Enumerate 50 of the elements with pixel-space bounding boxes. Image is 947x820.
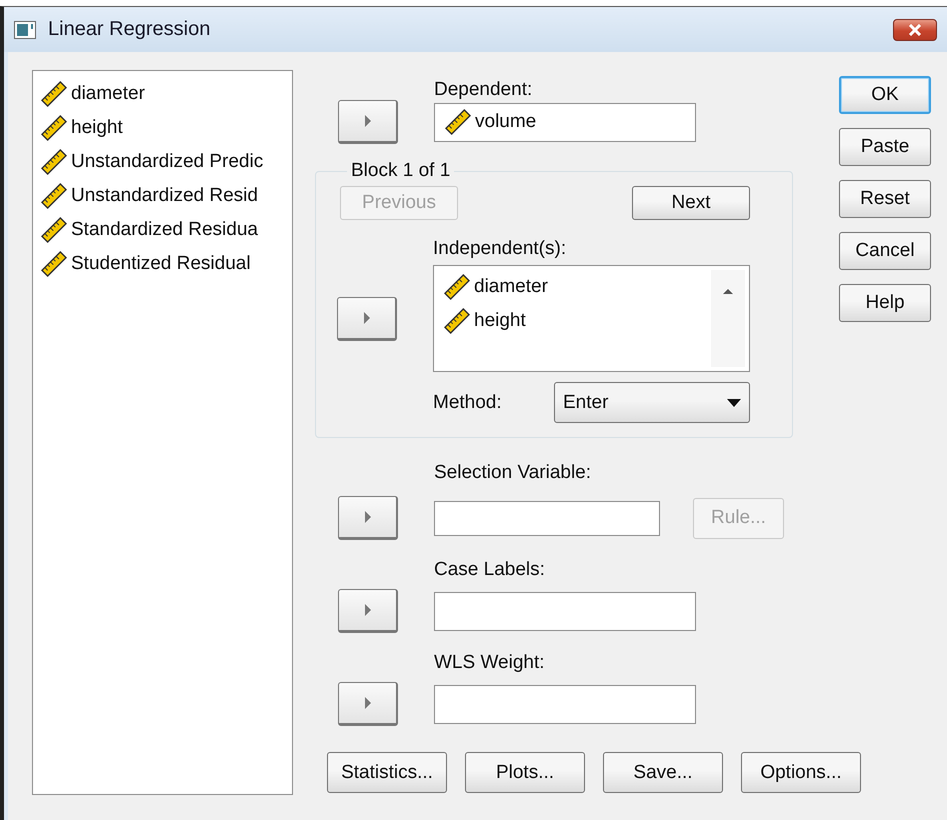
scrollbar[interactable] (711, 270, 745, 367)
case-labels-field[interactable] (434, 592, 696, 630)
play-icon (364, 697, 372, 709)
play-icon (364, 115, 372, 127)
field-label: Method: (433, 392, 503, 414)
variable-item[interactable]: height (474, 310, 526, 332)
dropdown-caret-icon (727, 398, 741, 406)
variable-item[interactable]: height (71, 117, 123, 139)
variable-item[interactable]: diameter (474, 276, 548, 298)
dialog-button[interactable]: Cancel (839, 232, 931, 270)
variable-item[interactable]: Standardized Residua (71, 219, 258, 241)
dialog-button[interactable]: Reset (839, 180, 931, 218)
field-value: volume (475, 111, 536, 133)
dialog-button[interactable]: Statistics... (327, 752, 447, 793)
dependent-field[interactable]: volume (434, 102, 696, 142)
window-title: Linear Regression (48, 18, 210, 41)
dialog-button[interactable]: Options... (741, 752, 861, 793)
dialog-button[interactable]: Plots... (465, 752, 585, 793)
variable-item[interactable]: Unstandardized Resid (71, 185, 258, 207)
dialog-button[interactable]: Paste (839, 128, 931, 166)
play-icon (364, 511, 372, 523)
selection-field[interactable] (434, 500, 660, 536)
close-icon (907, 24, 923, 36)
field-label: Case Labels: (434, 560, 546, 580)
field-label: Selection Variable: (434, 463, 592, 483)
window-icon (14, 20, 36, 38)
variable-item[interactable]: diameter (71, 83, 145, 105)
wls-weight-field[interactable] (434, 684, 696, 724)
dialog-button[interactable]: Help (839, 284, 931, 322)
scroll-up-icon (722, 288, 734, 295)
nav-button[interactable]: Next (632, 186, 750, 220)
close-button[interactable] (893, 18, 937, 40)
move-button[interactable] (338, 682, 398, 726)
dialog-button[interactable]: Save... (603, 752, 723, 793)
variable-item[interactable]: Studentized Residual (71, 253, 251, 275)
play-icon (362, 312, 370, 324)
move-button[interactable] (338, 496, 398, 540)
field-label: Independent(s): (433, 239, 568, 259)
field-label: WLS Weight: (434, 653, 546, 673)
move-button[interactable] (337, 296, 397, 340)
dialog-button[interactable]: OK (839, 76, 931, 114)
group-title: Block 1 of 1 (350, 160, 452, 182)
play-icon (364, 604, 372, 616)
method-dropdown[interactable]: Enter (554, 382, 750, 423)
move-button[interactable] (338, 100, 398, 144)
variable-item[interactable]: Unstandardized Predic (71, 151, 264, 173)
variable-list[interactable]: diameter height Unstandardized Predic Unstandardized Resid Standardized Residua Studentized Residual (32, 70, 293, 795)
independent-list[interactable]: diameter height (433, 265, 750, 372)
move-button[interactable] (338, 589, 398, 633)
field-label: Dependent: (434, 80, 534, 100)
